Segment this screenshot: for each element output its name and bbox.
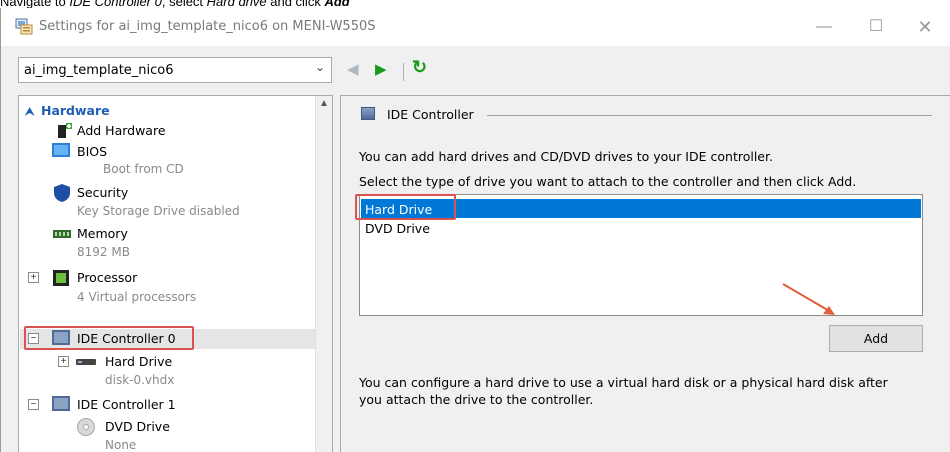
vm-selector[interactable]: ai_img_template_nico6 ⌄ xyxy=(18,57,332,83)
chevron-down-icon: ⌄ xyxy=(314,60,325,74)
hard-drive-icon xyxy=(76,359,96,365)
tree-item-ide-controller-1[interactable]: IDE Controller 1 xyxy=(77,397,176,412)
instruction-caption: Navigate to IDE Controller 0, select Har… xyxy=(0,0,350,8)
tree-item-processor[interactable]: Processor xyxy=(77,270,137,285)
add-button[interactable]: Add xyxy=(829,325,923,352)
hardware-tree: ⮝ Hardware Add Hardware BIOS Boot from C… xyxy=(18,95,333,452)
refresh-icon[interactable]: ↻ xyxy=(412,57,427,78)
highlight-hard-drive xyxy=(355,194,456,220)
scroll-up-icon[interactable]: ▲ xyxy=(319,98,329,109)
expand-hard-drive-icon[interactable]: + xyxy=(58,356,69,367)
memory-icon xyxy=(53,230,71,238)
settings-app-icon xyxy=(15,18,33,35)
back-arrow-icon[interactable]: ◀ xyxy=(347,60,359,78)
dvd-disc-icon xyxy=(77,418,95,436)
tree-sub-dvd-drive: None xyxy=(105,438,137,452)
tree-scrollbar[interactable]: ▲ xyxy=(315,96,332,452)
tree-item-dvd-drive[interactable]: DVD Drive xyxy=(105,419,170,434)
settings-window: Settings for ai_img_template_nico6 on ME… xyxy=(0,8,950,452)
group-title: IDE Controller xyxy=(387,107,474,122)
pointer-arrow-icon xyxy=(782,283,835,315)
vm-selector-value: ai_img_template_nico6 xyxy=(24,63,174,78)
minimize-icon[interactable]: — xyxy=(810,14,838,40)
highlight-ide-controller-0 xyxy=(24,326,194,350)
tree-sub-bios: Boot from CD xyxy=(103,162,184,176)
toolbar-divider xyxy=(403,63,404,81)
group-divider xyxy=(487,115,932,116)
intro-text: You can add hard drives and CD/DVD drive… xyxy=(359,149,773,164)
forward-arrow-icon[interactable]: ▶ xyxy=(375,60,387,78)
collapse-section-icon[interactable]: ⮝ xyxy=(25,106,34,119)
instruction-text: Select the type of drive you want to att… xyxy=(359,174,857,189)
maximize-icon[interactable]: ☐ xyxy=(862,14,890,40)
close-icon[interactable]: ✕ xyxy=(911,14,939,40)
tree-item-add-hardware[interactable]: Add Hardware xyxy=(77,123,166,138)
footer-text-line2: you attach the drive to the controller. xyxy=(359,392,594,407)
tree-sub-security: Key Storage Drive disabled xyxy=(77,204,240,218)
tree-sub-hard-drive: disk-0.vhdx xyxy=(105,373,175,387)
tree-item-bios[interactable]: BIOS xyxy=(77,144,107,159)
expand-processor-icon[interactable]: + xyxy=(28,272,39,283)
list-item-dvd-drive[interactable]: DVD Drive xyxy=(365,221,430,236)
tree-item-hard-drive[interactable]: Hard Drive xyxy=(105,354,172,369)
processor-icon xyxy=(53,270,69,286)
ide-controller-icon xyxy=(52,396,70,411)
ide-controller-panel: IDE Controller You can add hard drives a… xyxy=(340,95,950,452)
ide-controller-icon xyxy=(361,107,375,120)
shield-icon xyxy=(54,184,70,202)
tree-sub-processor: 4 Virtual processors xyxy=(77,290,197,304)
tree-sub-memory: 8192 MB xyxy=(77,245,130,259)
collapse-ide1-icon[interactable]: − xyxy=(28,399,39,410)
window-title: Settings for ai_img_template_nico6 on ME… xyxy=(39,19,376,34)
tree-item-security[interactable]: Security xyxy=(77,185,128,200)
add-hardware-icon xyxy=(58,123,72,138)
footer-text-line1: You can configure a hard drive to use a … xyxy=(359,375,888,390)
hardware-header[interactable]: Hardware xyxy=(41,103,110,118)
bios-icon xyxy=(52,143,70,157)
title-bar: Settings for ai_img_template_nico6 on ME… xyxy=(1,8,950,46)
tree-item-memory[interactable]: Memory xyxy=(77,226,128,241)
